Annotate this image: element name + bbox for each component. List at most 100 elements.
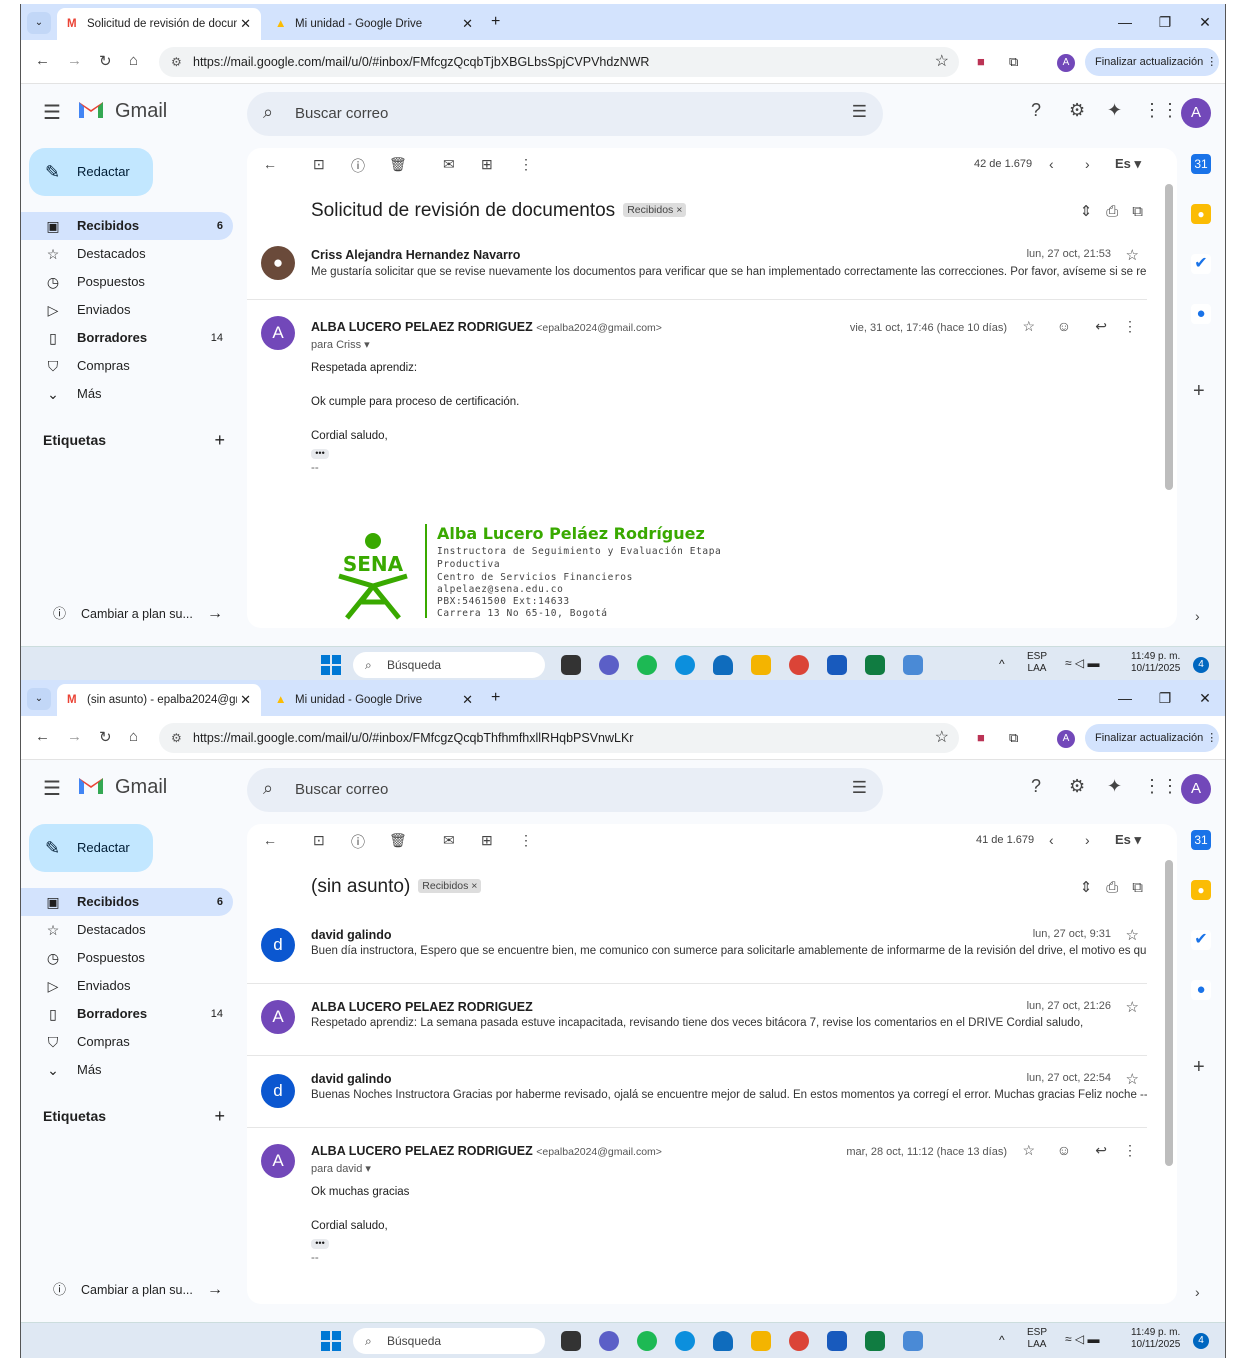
open-new-window-icon[interactable]: ⧉ bbox=[1132, 879, 1157, 896]
open-new-window-icon[interactable]: ⧉ bbox=[1132, 203, 1157, 220]
bookmark-star-icon[interactable]: ☆ bbox=[935, 723, 949, 753]
extension-icon[interactable]: ■ bbox=[977, 54, 985, 69]
star-icon[interactable]: ☆ bbox=[1022, 318, 1035, 335]
sidebar-item-drafts[interactable]: ▯ Borradores 14 bbox=[21, 1000, 233, 1028]
next-icon[interactable]: › bbox=[1085, 156, 1090, 172]
extension-icon[interactable]: ■ bbox=[977, 730, 985, 745]
compose-button[interactable]: ✎ Redactar bbox=[29, 824, 153, 872]
message-collapsed[interactable]: d david galindo lun, 27 oct, 22:54 ☆ Bue… bbox=[247, 1056, 1147, 1128]
clock[interactable]: 11:49 p. m. 10/11/2025 bbox=[1131, 1327, 1180, 1351]
tab-drive[interactable]: ▲ Mi unidad - Google Drive ✕ bbox=[265, 8, 483, 40]
search-bar[interactable]: ⌕ Buscar correo ☰ bbox=[247, 768, 883, 812]
sidebar-item-purchases[interactable]: ⛉ Compras bbox=[21, 352, 233, 380]
star-icon[interactable]: ☆ bbox=[1126, 926, 1139, 944]
tab-active[interactable]: M (sin asunto) - epalba2024@gm ✕ bbox=[57, 684, 261, 716]
message-collapsed[interactable]: ● Criss Alejandra Hernandez Navarro lun,… bbox=[247, 238, 1147, 300]
mark-unread-icon[interactable]: ✉ bbox=[443, 156, 455, 173]
back-icon[interactable]: ← bbox=[263, 156, 277, 172]
tab-drive[interactable]: ▲ Mi unidad - Google Drive ✕ bbox=[265, 684, 483, 716]
home-icon[interactable]: ⌂ bbox=[129, 728, 138, 745]
app-icon[interactable] bbox=[903, 655, 923, 675]
tray-chevron-icon[interactable]: ^ bbox=[999, 658, 1005, 670]
language-indicator[interactable]: ESP LAA bbox=[1027, 651, 1047, 675]
sidebar-item-purchases[interactable]: ⛉ Compras bbox=[21, 1028, 233, 1056]
minimize-icon[interactable]: — bbox=[1105, 4, 1145, 40]
add-addon-icon[interactable]: + bbox=[1193, 380, 1205, 403]
search-filter-icon[interactable]: ☰ bbox=[852, 778, 867, 798]
gear-icon[interactable]: ⚙ bbox=[1069, 776, 1085, 797]
update-button[interactable]: Finalizar actualización ⋮ bbox=[1085, 48, 1219, 76]
extensions-puzzle-icon[interactable]: ⧉ bbox=[1009, 54, 1018, 70]
label-chip[interactable]: Recibidos × bbox=[623, 203, 687, 217]
account-avatar[interactable]: A bbox=[1181, 774, 1211, 804]
close-tab-icon[interactable]: ✕ bbox=[462, 8, 473, 40]
gmail-logo-icon[interactable] bbox=[77, 770, 105, 798]
back-icon[interactable]: ← bbox=[35, 52, 50, 69]
calendar-icon[interactable]: 31 bbox=[1191, 154, 1211, 174]
bookmark-star-icon[interactable]: ☆ bbox=[935, 47, 949, 77]
task-view-icon[interactable] bbox=[561, 655, 581, 675]
gmail-logo-icon[interactable] bbox=[77, 94, 105, 122]
profile-avatar[interactable]: A bbox=[1057, 730, 1075, 748]
star-icon[interactable]: ☆ bbox=[1126, 1070, 1139, 1088]
archive-icon[interactable]: ⊡ bbox=[313, 156, 325, 173]
more-icon[interactable]: ⋮ bbox=[1123, 318, 1137, 335]
update-button[interactable]: Finalizar actualización ⋮ bbox=[1085, 724, 1219, 752]
compose-button[interactable]: ✎ Redactar bbox=[29, 148, 153, 196]
scrollbar[interactable] bbox=[1165, 184, 1173, 490]
sidebar-item-sent[interactable]: ▷ Enviados bbox=[21, 972, 233, 1000]
tasks-icon[interactable]: ✔ bbox=[1191, 254, 1211, 274]
move-to-icon[interactable]: ⊞ bbox=[481, 156, 493, 173]
url-field[interactable]: ⚙ https://mail.google.com/mail/u/0/#inbox… bbox=[159, 723, 959, 753]
tab-search-button[interactable]: ⌄ bbox=[27, 12, 51, 34]
notification-badge[interactable]: 4 bbox=[1193, 1333, 1209, 1349]
next-icon[interactable]: › bbox=[1085, 832, 1090, 848]
recipient[interactable]: para david ▾ bbox=[311, 1162, 371, 1175]
forward-icon[interactable]: → bbox=[67, 728, 82, 745]
add-label-icon[interactable]: + bbox=[214, 430, 225, 451]
emoji-icon[interactable]: ☺ bbox=[1057, 318, 1071, 334]
contacts-icon[interactable]: ● bbox=[1191, 980, 1211, 1000]
show-side-panel-icon[interactable]: › bbox=[1195, 1284, 1200, 1300]
help-icon[interactable]: ? bbox=[1031, 776, 1041, 797]
new-tab-button[interactable]: + bbox=[491, 12, 500, 32]
change-plan-button[interactable]: ⓘ Cambiar a plan su... → bbox=[43, 598, 229, 630]
search-input[interactable]: Buscar correo bbox=[295, 92, 388, 136]
calendar-icon[interactable]: 31 bbox=[1191, 830, 1211, 850]
word-icon[interactable] bbox=[827, 655, 847, 675]
tasks-icon[interactable]: ✔ bbox=[1191, 930, 1211, 950]
tab-active[interactable]: M Solicitud de revisión de docume ✕ bbox=[57, 8, 261, 40]
close-tab-icon[interactable]: ✕ bbox=[462, 684, 473, 716]
account-avatar[interactable]: A bbox=[1181, 98, 1211, 128]
more-icon[interactable]: ⋮ bbox=[1123, 1142, 1137, 1159]
close-window-icon[interactable]: ✕ bbox=[1185, 4, 1225, 40]
minimize-icon[interactable]: — bbox=[1105, 680, 1145, 716]
task-view-icon[interactable] bbox=[561, 1331, 581, 1351]
expand-icon[interactable]: ⇕ bbox=[1080, 879, 1107, 896]
tray-chevron-icon[interactable]: ^ bbox=[999, 1334, 1005, 1346]
new-tab-button[interactable]: + bbox=[491, 688, 500, 708]
search-input[interactable]: Buscar correo bbox=[295, 768, 388, 812]
sidebar-item-inbox[interactable]: ▣ Recibidos 6 bbox=[21, 212, 233, 240]
edge-icon[interactable] bbox=[675, 655, 695, 675]
sidebar-item-more[interactable]: ⌄ Más bbox=[21, 380, 233, 408]
recipient[interactable]: para Criss ▾ bbox=[311, 338, 370, 351]
chat-icon[interactable] bbox=[599, 655, 619, 675]
more-icon[interactable]: ⋮ bbox=[519, 156, 533, 173]
sidebar-item-snoozed[interactable]: ◷ Pospuestos bbox=[21, 944, 233, 972]
reload-icon[interactable]: ↻ bbox=[99, 52, 112, 70]
delete-icon[interactable]: 🗑 bbox=[389, 832, 407, 849]
reply-icon[interactable]: ↩ bbox=[1095, 1142, 1107, 1159]
clock[interactable]: 11:49 p. m. 10/11/2025 bbox=[1131, 651, 1180, 675]
edge-icon[interactable] bbox=[675, 1331, 695, 1351]
add-label-icon[interactable]: + bbox=[214, 1106, 225, 1127]
sidebar-item-inbox[interactable]: ▣ Recibidos 6 bbox=[21, 888, 233, 916]
menu-icon[interactable]: ☰ bbox=[43, 100, 61, 125]
more-icon[interactable]: ⋮ bbox=[519, 832, 533, 849]
print-icon[interactable]: ⎙ bbox=[1106, 879, 1132, 896]
sidebar-item-snoozed[interactable]: ◷ Pospuestos bbox=[21, 268, 233, 296]
report-spam-icon[interactable]: ⓘ bbox=[351, 832, 365, 852]
wifi-icon[interactable]: ≈ ◁ ▬ bbox=[1065, 1333, 1099, 1345]
restore-icon[interactable]: ❐ bbox=[1145, 4, 1185, 40]
forward-icon[interactable]: → bbox=[67, 52, 82, 69]
